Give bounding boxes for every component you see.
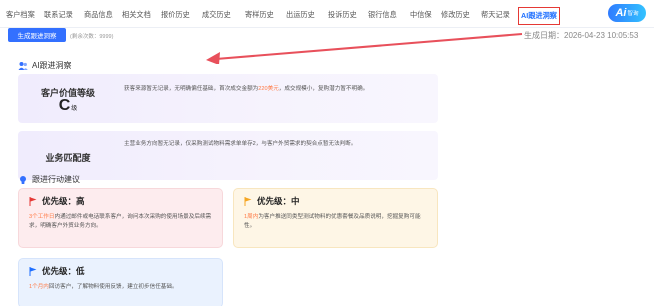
customer-value-desc: 获客来源暂无记录，无明确偏任基础，首次成交金额为220美元，成交规模小，复购潜力…: [124, 85, 434, 93]
customer-value-grade: C级: [18, 97, 118, 115]
priority-high-header: 优先级：高: [29, 195, 212, 207]
priority-high-timeframe: 3个工作日: [29, 214, 55, 220]
customer-value-desc-amount: 220美元: [258, 86, 279, 92]
business-match-label: 业务匹配度: [45, 153, 91, 163]
insight-section-label: AI跟进洞察: [32, 61, 72, 70]
priority-mid-card: 优先级：中 1周内为客户推送同类型测试物料的优惠套餐及品质说明，挖掘复购可能性。: [233, 188, 438, 248]
red-flag-icon: [29, 196, 37, 206]
priority-high-desc: 3个工作日内通过邮件或电话联系客户，询问本次采购的使用场景及后续需求，明确客户外…: [29, 213, 212, 231]
priority-low-card: 优先级：低 1个月内回访客户，了解物料使用反馈，建立初步信任基础。: [18, 258, 223, 306]
tab-deal-history[interactable]: 成交历史: [202, 10, 231, 20]
lightbulb-icon: [20, 175, 26, 184]
priority-low-timeframe: 1个月内: [29, 284, 49, 290]
tab-quote-history[interactable]: 报价历史: [161, 10, 190, 20]
tab-product-info[interactable]: 商品信息: [84, 10, 113, 20]
priority-low-header: 优先级：低: [29, 265, 212, 277]
business-match-card: 业务匹配度 主营业务方向暂无记录，仅采购测试物料需求单单存2，与客户外贸需求的契…: [18, 131, 438, 180]
insight-section-title: AI跟进洞察: [18, 60, 72, 71]
priority-mid-title: 优先级：中: [257, 196, 300, 206]
customer-value-desc-after: ，成交规模小，复购潜力暂不明确。: [278, 86, 369, 92]
actions-section-label: 跟进行动建议: [32, 175, 80, 184]
priority-high-text: 内通过邮件或电话联系客户，询问本次采购的使用场景及后续需求，明确客户外贸业务方向…: [29, 214, 212, 229]
ai-logo-badge[interactable]: Ai 智询: [608, 4, 646, 22]
remaining-count: (剩余次数：9999): [70, 34, 114, 40]
tab-shipment-history[interactable]: 出运历史: [286, 10, 315, 20]
tab-contact-records[interactable]: 联系记录: [44, 10, 73, 20]
tab-customer-profile[interactable]: 客户档案: [6, 10, 35, 20]
priority-high-title: 优先级：高: [42, 196, 85, 206]
annotation-arrow: [206, 33, 523, 64]
tab-edit-history[interactable]: 修改历史: [441, 10, 470, 20]
priority-low-text: 回访客户，了解物料使用反馈，建立初步信任基础。: [48, 284, 178, 290]
tab-complaint-history[interactable]: 投诉历史: [328, 10, 357, 20]
customer-value-desc-before: 获客来源暂无记录，无明确偏任基础，首次成交金额为: [124, 86, 259, 92]
ai-logo-subtext: 智询: [627, 11, 639, 17]
generation-date-value: 2026-04-23 10:05:53: [564, 31, 639, 40]
priority-low-title: 优先级：低: [42, 266, 85, 276]
customer-value-card: 客户价值等级 C级 获客来源暂无记录，无明确偏任基础，首次成交金额为220美元，…: [18, 74, 438, 123]
tab-bank-info[interactable]: 银行信息: [368, 10, 397, 20]
generation-date-label: 生成日期：: [524, 31, 564, 40]
blue-flag-icon: [29, 266, 37, 276]
generate-insight-button[interactable]: 生成跟进洞察: [8, 28, 66, 42]
tab-sinosure[interactable]: 中信保: [410, 10, 432, 20]
ai-logo-text: Ai: [615, 7, 627, 19]
priority-low-desc: 1个月内回访客户，了解物料使用反馈，建立初步信任基础。: [29, 283, 212, 292]
business-match-desc: 主营业务方向暂无记录，仅采购测试物料需求单单存2，与客户外贸需求的契合点暂无法判…: [124, 141, 357, 147]
grade-letter: C: [58, 97, 71, 114]
priority-mid-timeframe: 1周内: [244, 214, 259, 220]
priority-mid-header: 优先级：中: [244, 195, 427, 207]
tab-related-docs[interactable]: 相关文档: [122, 10, 151, 20]
priority-mid-desc: 1周内为客户推送同类型测试物料的优惠套餐及品质说明，挖掘复购可能性。: [244, 213, 427, 231]
orange-flag-icon: [244, 196, 252, 206]
priority-high-card: 优先级：高 3个工作日内通过邮件或电话联系客户，询问本次采购的使用场景及后续需求…: [18, 188, 223, 248]
generation-date: 生成日期：2026-04-23 10:05:53: [524, 30, 638, 41]
users-icon: [18, 61, 28, 70]
actions-section-title: 跟进行动建议: [18, 174, 80, 185]
tab-sample-history[interactable]: 寄样历史: [245, 10, 274, 20]
priority-mid-text: 为客户推送同类型测试物料的优惠套餐及品质说明，挖掘复购可能性。: [244, 214, 421, 229]
grade-unit: 级: [71, 106, 78, 112]
tab-bar: 客户档案 联系记录 商品信息 相关文档 报价历史 成交历史 寄样历史 出运历史 …: [0, 0, 654, 28]
tab-chat-records[interactable]: 帮天记录: [481, 10, 510, 20]
tab-ai-insight[interactable]: AI跟进洞察: [518, 7, 560, 25]
